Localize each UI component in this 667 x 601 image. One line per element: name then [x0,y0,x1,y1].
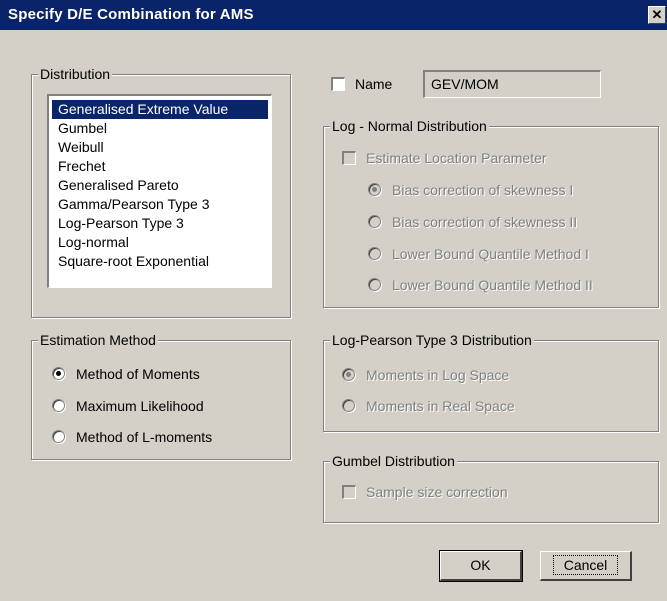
ok-button[interactable]: OK [439,550,523,582]
radio-dot [56,371,61,376]
lognormal-legend: Log - Normal Distribution [330,117,489,135]
close-icon: ✕ [651,7,663,22]
logpearson-group: Log-Pearson Type 3 Distribution [323,331,659,432]
logpearson-option-label: Moments in Log Space [366,367,510,383]
window-title: Specify D/E Combination for AMS [8,6,254,23]
gumbel-legend: Gumbel Distribution [330,452,457,470]
lognormal-option-label: Lower Bound Quantile Method I [392,246,589,262]
name-label: Name [355,76,393,92]
radio-button[interactable] [342,399,355,412]
lognormal-option-label: Bias correction of skewness II [392,214,578,230]
checkbox-box[interactable] [331,77,345,91]
distribution-item[interactable]: Log-Pearson Type 3 [52,214,268,233]
cancel-button[interactable]: Cancel [540,551,632,581]
radio-button[interactable] [52,399,65,412]
estimation-method-legend: Estimation Method [38,331,158,349]
distribution-item[interactable]: Generalised Extreme Value [52,100,268,119]
distribution-item[interactable]: Square-root Exponential [52,252,268,271]
distribution-item[interactable]: Weibull [52,138,268,157]
logpearson-option-label: Moments in Real Space [366,398,515,414]
sample-size-label: Sample size correction [366,484,508,500]
checkbox-box[interactable] [342,151,356,165]
distribution-item[interactable]: Frechet [52,157,268,176]
lognormal-option-label: Bias correction of skewness I [392,182,574,198]
radio-button[interactable] [368,183,381,196]
distribution-listbox[interactable]: Generalised Extreme Value Gumbel Weibull… [47,94,272,288]
radio-button[interactable] [342,368,355,381]
estimation-option-label: Maximum Likelihood [76,398,204,414]
distribution-item[interactable]: Generalised Pareto [52,176,268,195]
radio-button[interactable] [368,278,381,291]
radio-dot [372,187,377,192]
name-field[interactable]: GEV/MOM [423,70,601,98]
logpearson-legend: Log-Pearson Type 3 Distribution [330,331,534,349]
radio-button[interactable] [368,215,381,228]
distribution-item[interactable]: Log-normal [52,233,268,252]
distribution-item[interactable]: Gumbel [52,119,268,138]
distribution-legend: Distribution [38,65,113,83]
title-bar: Specify D/E Combination for AMS ✕ [0,0,667,30]
estimation-option-label: Method of Moments [76,366,200,382]
radio-button[interactable] [52,367,65,380]
lognormal-option-label: Lower Bound Quantile Method II [392,277,593,293]
radio-button[interactable] [52,430,65,443]
radio-dot [346,372,351,377]
distribution-item[interactable]: Gamma/Pearson Type 3 [52,195,268,214]
radio-button[interactable] [368,247,381,260]
ok-button-label: OK [470,557,491,573]
estimate-location-label: Estimate Location Parameter [366,150,547,166]
checkbox-box[interactable] [342,485,356,499]
close-button[interactable]: ✕ [648,6,666,24]
estimation-option-label: Method of L-moments [76,429,213,445]
cancel-button-label: Cancel [552,555,619,575]
